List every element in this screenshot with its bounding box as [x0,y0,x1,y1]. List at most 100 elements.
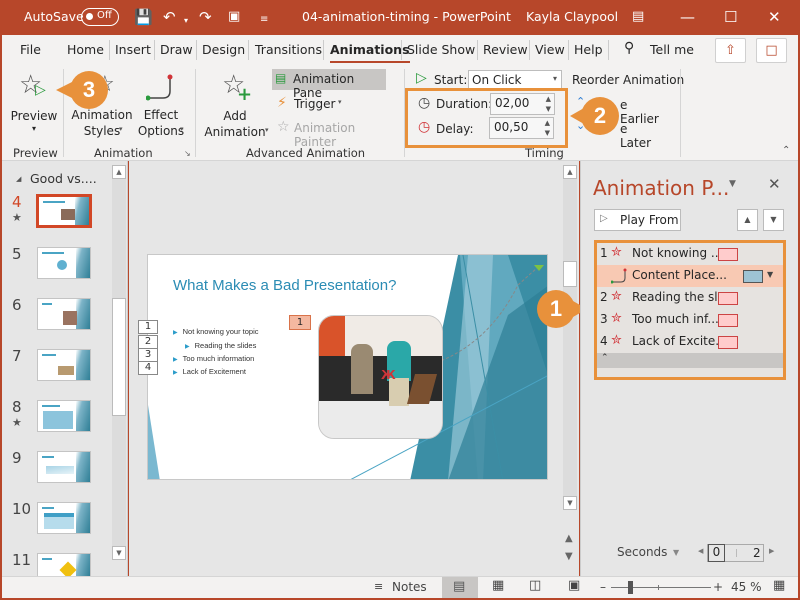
bullet-2[interactable]: ▶ Reading the slides [185,341,256,350]
timeline-bar[interactable] [718,292,738,305]
tab-draw[interactable]: Draw [160,42,193,57]
move-up-button[interactable]: ▲ [737,209,758,231]
zoom-in-icon[interactable]: + [713,580,723,594]
tab-design[interactable]: Design [202,42,245,57]
preview-button[interactable]: ☆ ▷ Preview ▾ [7,68,61,142]
next-slide-icon[interactable]: ▼ [565,551,573,562]
zoom-out-icon[interactable]: – [600,580,606,594]
thumbnails-scrollbar[interactable]: ▲ ▼ [112,165,126,560]
collapse-ribbon-icon[interactable]: ⌃ [782,145,790,156]
image-animation-tag[interactable]: 1 [289,315,311,330]
section-collapse-icon[interactable]: ◢ [16,175,21,183]
timeline-bar[interactable] [718,314,738,327]
canvas-scroll-down-icon[interactable]: ▼ [563,496,577,510]
pane-options-icon[interactable]: ▼ [729,179,736,189]
slide-title[interactable]: What Makes a Bad Presentation? [173,277,396,294]
scroll-down-icon[interactable]: ▼ [112,546,126,560]
timeline-bar[interactable] [718,248,738,261]
canvas-scroll-thumb[interactable] [563,261,577,287]
play-from-button[interactable]: ▷ Play From [594,209,681,231]
slide-thumbnail-6[interactable] [37,298,91,330]
animation-dialog-launcher-icon[interactable]: ↘ [184,149,191,158]
add-animation-button[interactable]: ☆ + Add Animation [202,68,268,142]
slide-thumbnail-8[interactable] [37,400,91,432]
present-icon[interactable]: ▣ [228,8,240,26]
tab-transitions[interactable]: Transitions [255,42,322,57]
slide-thumbnail-4[interactable] [36,194,92,228]
customize-qat-icon[interactable]: ≡ [260,11,268,29]
notes-button[interactable]: Notes [392,580,427,594]
comments-button[interactable]: □ [756,38,787,63]
tab-view[interactable]: View [535,42,565,57]
canvas-scrollbar[interactable]: ▲ ▼ [563,165,577,510]
slide-photo[interactable]: Ж [318,315,443,439]
animation-painter-button[interactable]: ☆ Animation Painter [275,119,395,149]
search-icon[interactable]: ⚲ [624,40,634,56]
tab-home[interactable]: Home [67,42,104,57]
tab-file[interactable]: File [20,42,41,57]
slide-4[interactable]: What Makes a Bad Presentation? ▶ Not know… [147,254,548,480]
animation-tag-3[interactable]: 3 [138,348,158,362]
slide-thumbnail-10[interactable] [37,502,91,534]
collapse-contents-button[interactable]: ⌃ [597,353,783,368]
timeline-right-icon[interactable]: ▶ [769,547,774,555]
zoom-level[interactable]: 45 % [731,580,762,594]
save-icon[interactable]: 💾 [134,8,153,26]
tab-insert[interactable]: Insert [115,42,151,57]
slide-thumbnail-9[interactable] [37,451,91,483]
maximize-icon[interactable]: ☐ [724,8,737,26]
item-dropdown-icon[interactable]: ▼ [767,270,773,279]
zoom-slider[interactable] [611,587,711,588]
seconds-dropdown[interactable]: Seconds [617,545,667,559]
bullet-4[interactable]: ▶ Lack of Excitement [173,367,246,376]
animation-item-4[interactable]: 4 ✮ Lack of Excite... [597,331,783,353]
thumbnails-scroll-thumb[interactable] [112,298,126,416]
animation-item-2[interactable]: 2 ✮ Reading the sl... [597,287,783,309]
section-name[interactable]: Good vs.... [30,171,97,186]
timeline-bar[interactable] [718,336,738,349]
undo-dropdown-icon[interactable]: ▾ [184,12,188,30]
bullet-3[interactable]: ▶ Too much information [173,354,254,363]
canvas-scroll-up-icon[interactable]: ▲ [563,165,577,179]
bullet-1[interactable]: ▶ Not knowing your topic [173,327,259,336]
tab-help[interactable]: Help [574,42,603,57]
animation-pane-button[interactable]: ▤ Animation Pane [272,69,386,100]
reading-view-icon[interactable]: ◫ [529,578,541,593]
animation-tag-1[interactable]: 1 [138,320,158,334]
fit-to-window-icon[interactable]: ▦ [773,578,785,593]
tab-review[interactable]: Review [483,42,528,57]
zoom-slider-thumb[interactable] [628,581,633,594]
timeline-scale[interactable]: 0 2 [707,544,764,562]
redo-icon[interactable]: ↷ [199,8,212,26]
tell-me-search[interactable]: Tell me [650,42,694,57]
item-label: Not knowing ... [632,246,723,260]
pane-close-icon[interactable]: ✕ [768,175,781,193]
animation-item-3[interactable]: 3 ✮ Too much inf... [597,309,783,331]
animation-item-1[interactable]: 1 ✮ Not knowing ... [597,243,783,265]
user-name[interactable]: Kayla Claypool [526,9,618,24]
slide-show-icon[interactable]: ▣ [568,578,580,593]
undo-icon[interactable]: ↶ [163,8,176,26]
autosave-toggle[interactable]: Off [81,8,119,26]
animation-tag-4[interactable]: 4 [138,361,158,375]
slide-thumbnail-7[interactable] [37,349,91,381]
trigger-button[interactable]: ⚡ Trigger ▾ [275,95,375,115]
ribbon-display-icon[interactable]: ▤ [632,8,644,26]
minimize-icon[interactable]: — [680,8,695,26]
slide-sorter-icon[interactable]: ▦ [492,578,504,593]
slide-thumbnail-11[interactable] [37,553,91,577]
timeline-left-icon[interactable]: ◀ [698,547,703,555]
tab-slide-show[interactable]: Slide Show [407,42,475,57]
animation-tag-2[interactable]: 2 [138,335,158,349]
scroll-up-icon[interactable]: ▲ [112,165,126,179]
tab-animations[interactable]: Animations [330,42,410,63]
close-icon[interactable]: ✕ [768,8,781,26]
move-down-button[interactable]: ▼ [763,209,784,231]
animation-item-motion-path[interactable]: Content Place... ▼ [597,265,783,287]
seconds-dropdown-icon[interactable]: ▼ [673,548,679,557]
share-button[interactable]: ⇧ [715,38,746,63]
slide-thumbnail-5[interactable] [37,247,91,279]
timeline-bar[interactable] [743,270,763,283]
previous-slide-icon[interactable]: ▲ [565,533,573,544]
normal-view-button[interactable]: ▤ [442,577,478,598]
